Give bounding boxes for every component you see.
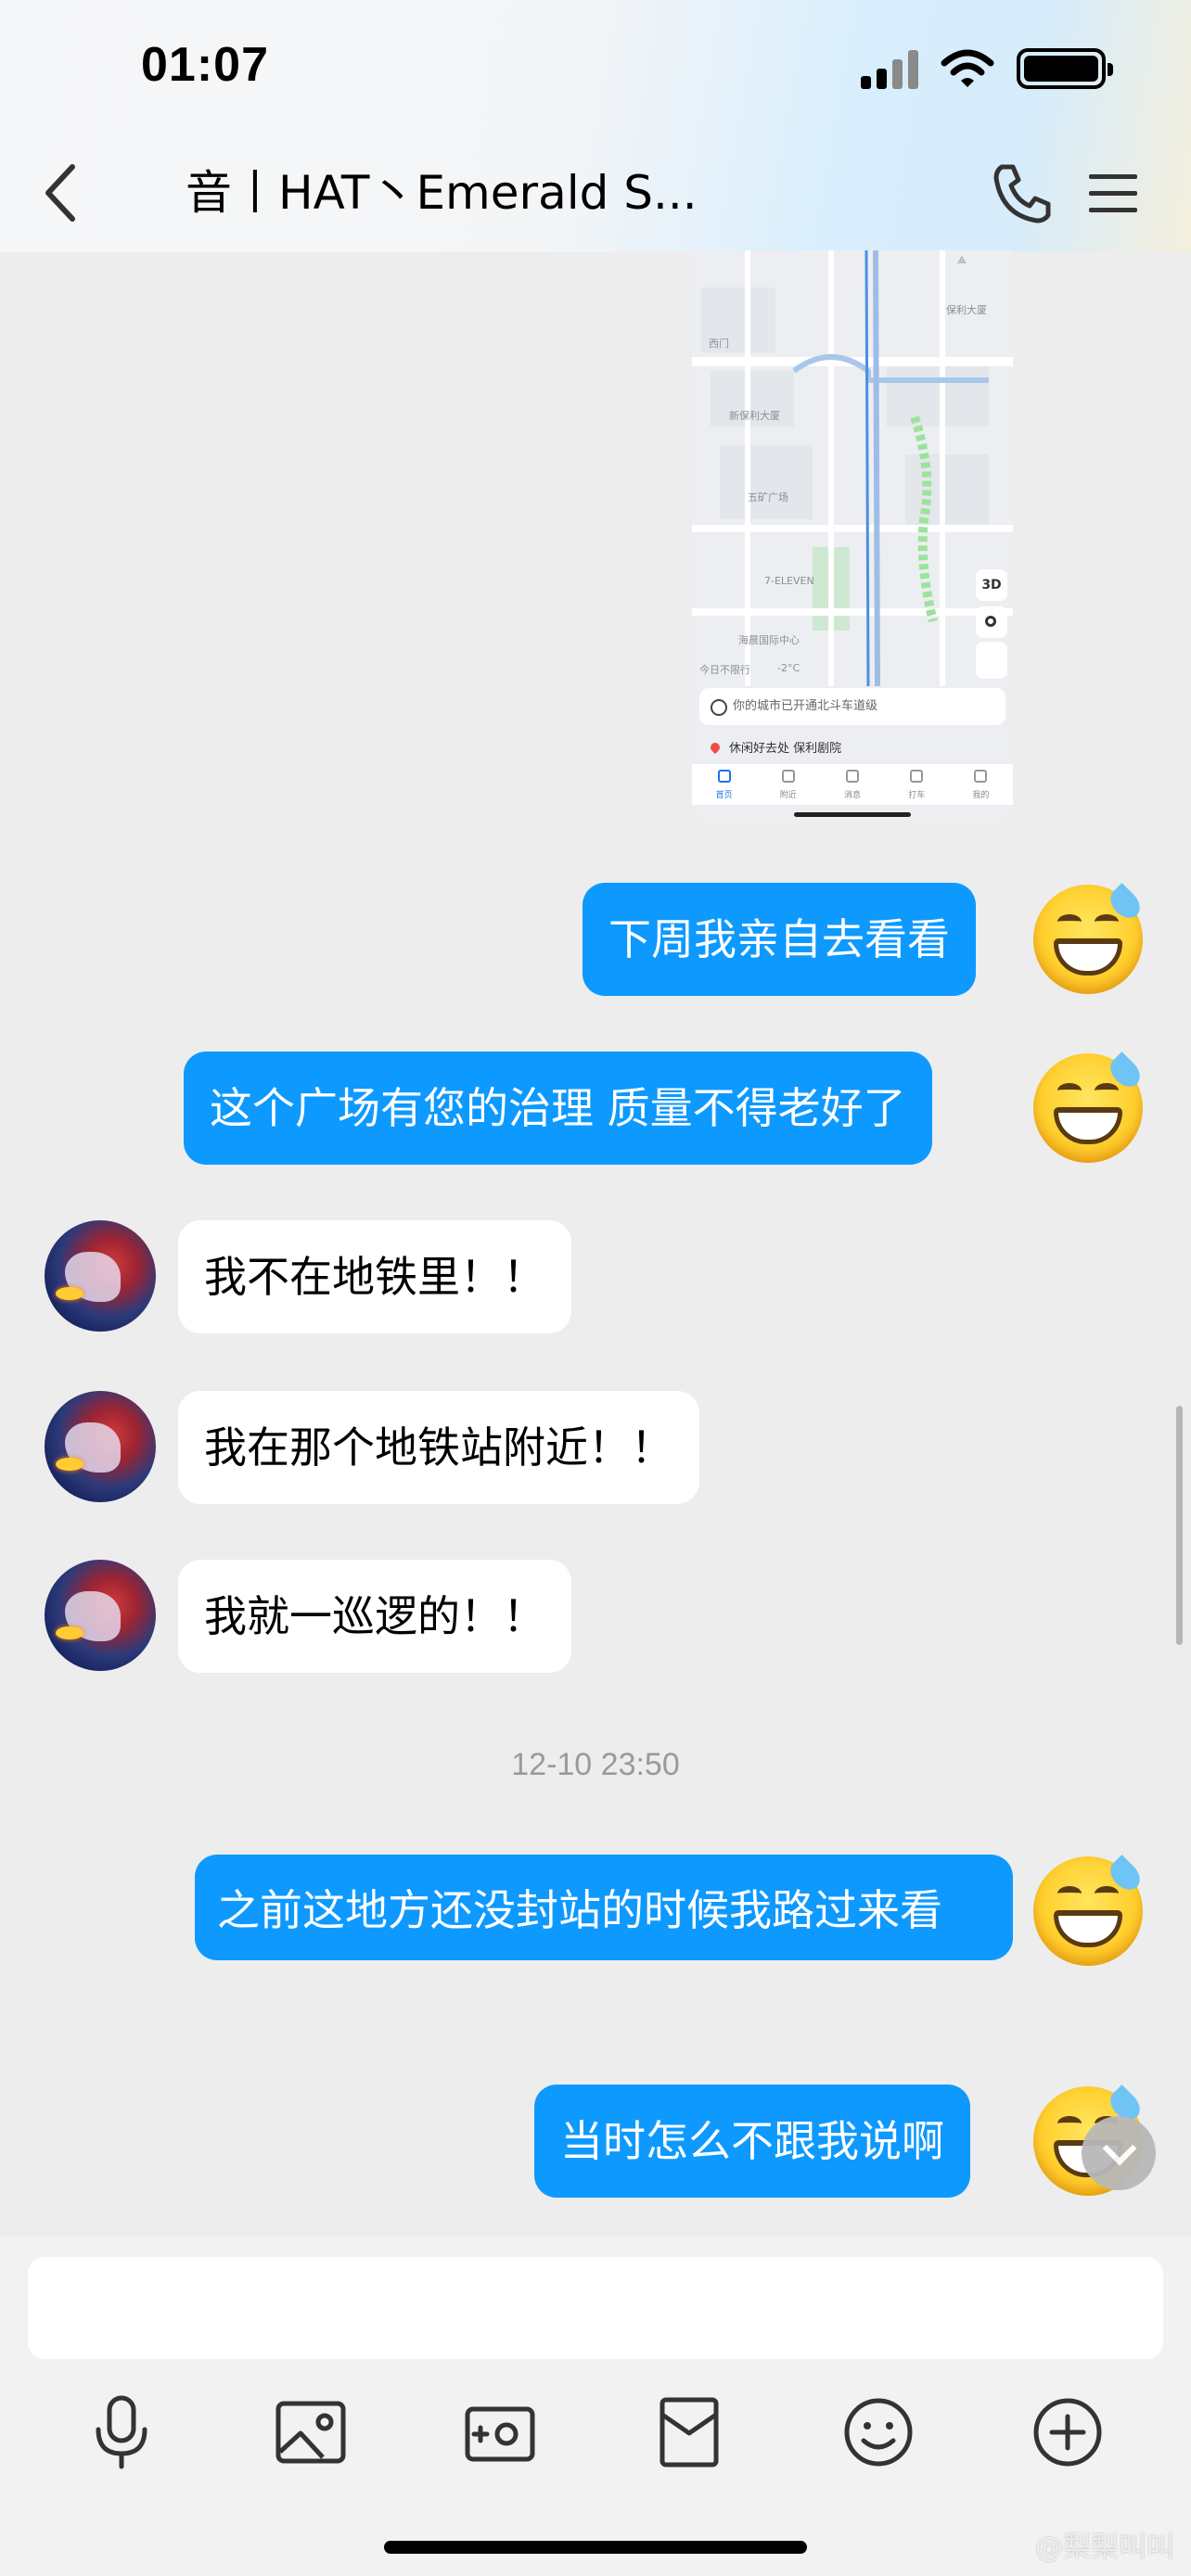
status-time: 01:07 [141, 38, 269, 92]
map-label: ⟁ [957, 254, 967, 266]
map-label: 今日不限行 [699, 664, 750, 676]
map-navigate-icon [976, 642, 1007, 679]
contact-avatar[interactable] [45, 1560, 156, 1671]
battery-icon [1017, 48, 1113, 89]
image-icon[interactable] [271, 2392, 351, 2472]
chat-header: 01:07 音丨HAT丶Emerald S... [0, 0, 1191, 252]
status-icons [861, 48, 1113, 89]
message-bubble-incoming[interactable]: 我在那个地铁站附近！！ [178, 1391, 699, 1504]
microphone-icon[interactable] [82, 2392, 161, 2472]
cellular-signal-icon [861, 48, 918, 89]
message-input[interactable] [28, 2257, 1163, 2359]
message-timestamp: 12-10 23:50 [511, 1747, 680, 1782]
menu-icon[interactable] [1087, 167, 1139, 219]
contact-avatar[interactable] [45, 1220, 156, 1332]
map-search-bar: 你的城市已开通北斗车道级 [699, 688, 1005, 725]
message-bubble-outgoing[interactable]: 这个广场有您的治理 质量不得老好了 [184, 1052, 932, 1165]
chat-title[interactable]: 音丨HAT丶Emerald S... [186, 159, 890, 226]
message-bubble-outgoing[interactable]: 下周我亲自去看看 [583, 883, 976, 996]
wifi-icon [941, 49, 994, 87]
message-bubble-outgoing[interactable]: 之前这地方还没封站的时候我路过来看 [195, 1855, 1013, 1960]
message-bubble-incoming[interactable]: 我不在地铁里！！ [178, 1220, 571, 1333]
my-avatar[interactable] [1033, 883, 1146, 994]
map-tab: 消息 [820, 764, 884, 805]
map-tab: 首页 [692, 764, 756, 805]
map-home-bar [794, 812, 911, 817]
map-label: 7-ELEVEN [764, 575, 814, 587]
plus-icon[interactable] [1028, 2392, 1108, 2472]
map-tab: 附近 [756, 764, 820, 805]
map-label: -2°C [777, 662, 800, 674]
chat-scrollbar[interactable] [1176, 1406, 1183, 1645]
map-label: 五矿广场 [748, 491, 788, 504]
emoji-icon[interactable] [839, 2392, 918, 2472]
red-packet-icon[interactable] [649, 2392, 729, 2472]
map-3d-badge: 3D [976, 569, 1007, 601]
map-label: 保利大厦 [946, 304, 987, 316]
map-poi-text: 休闲好去处 保利剧院 [711, 738, 841, 756]
map-locate-icon [976, 606, 1007, 638]
my-avatar[interactable] [1033, 1052, 1146, 1163]
camera-icon[interactable] [460, 2392, 540, 2472]
chat-message-list[interactable]: ⟁ 保利大厦 新保利大厦 五矿广场 西门 7-ELEVEN 海晨国际中心 今日不… [0, 250, 1191, 2237]
map-tab: 打车 [885, 764, 949, 805]
my-avatar[interactable] [1033, 1855, 1146, 1966]
map-label: 海晨国际中心 [738, 634, 800, 646]
input-panel: @梨梨叫叫 [0, 2237, 1191, 2576]
map-tab: 我的 [949, 764, 1013, 805]
map-tab-bar: 首页 附近 消息 打车 我的 [692, 764, 1013, 805]
map-screenshot-image[interactable]: ⟁ 保利大厦 新保利大厦 五矿广场 西门 7-ELEVEN 海晨国际中心 今日不… [692, 250, 1013, 823]
map-label: 新保利大厦 [729, 410, 780, 422]
watermark: @梨梨叫叫 [1035, 2531, 1174, 2564]
scroll-to-bottom-button[interactable] [1082, 2116, 1156, 2190]
message-bubble-outgoing[interactable]: 当时怎么不跟我说啊 [534, 2085, 970, 2198]
map-label: 西门 [709, 338, 729, 350]
phone-icon[interactable] [989, 159, 1056, 226]
contact-avatar[interactable] [45, 1391, 156, 1502]
message-bubble-incoming[interactable]: 我就一巡逻的！！ [178, 1560, 571, 1673]
back-icon[interactable] [37, 159, 85, 226]
home-indicator[interactable] [384, 2541, 807, 2554]
